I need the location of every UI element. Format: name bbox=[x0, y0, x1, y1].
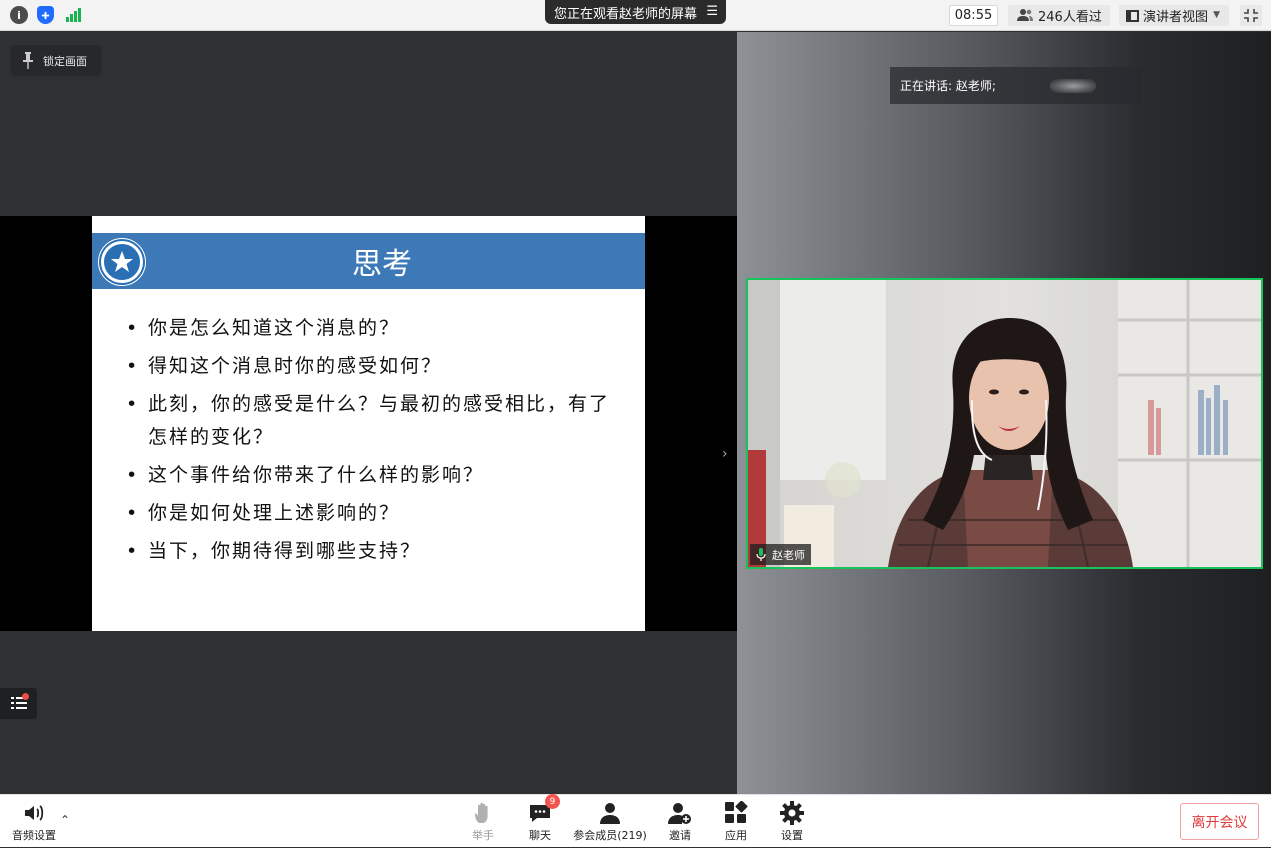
meeting-clock: 08:55 bbox=[949, 5, 998, 26]
chevron-up-icon[interactable]: ⌃ bbox=[60, 813, 70, 827]
speaker-video-tile[interactable]: 赵老师 bbox=[746, 278, 1263, 569]
screen-share-notice[interactable]: 您正在观看赵老师的屏幕 ☰ bbox=[545, 0, 726, 24]
leave-meeting-button[interactable]: 离开会议 bbox=[1180, 803, 1259, 840]
layout-icon bbox=[1126, 10, 1139, 22]
exit-fullscreen-icon bbox=[1244, 9, 1258, 22]
slide-bullet: 此刻，你的感受是什么？与最初的感受相比，有了怎样的变化？ bbox=[126, 388, 616, 454]
chevron-right-icon[interactable]: › bbox=[722, 446, 728, 462]
chevron-down-icon: ▼ bbox=[1213, 10, 1220, 20]
school-logo bbox=[95, 235, 149, 289]
lock-view-label: 锁定画面 bbox=[43, 54, 87, 68]
top-bar: i 您正在观看赵老师的屏幕 ☰ 08:55 246人看过 演讲者视图 ▼ bbox=[0, 0, 1271, 31]
leave-meeting-label: 离开会议 bbox=[1191, 814, 1248, 831]
lock-view-button[interactable]: 锁定画面 bbox=[11, 45, 101, 76]
participants-icon bbox=[598, 801, 622, 825]
slide-bullet: 你是怎么知道这个消息的？ bbox=[126, 312, 616, 345]
add-user-icon bbox=[668, 801, 692, 825]
apps-label: 应用 bbox=[725, 829, 747, 842]
slide-bullet: 这个事件给你带来了什么样的影响？ bbox=[126, 459, 616, 492]
presentation-slide: 思考 你是怎么知道这个消息的？ 得知这个消息时你的感受如何？ 此刻，你的感受是什… bbox=[92, 216, 645, 631]
microphone-icon bbox=[756, 548, 766, 561]
bottom-toolbar: 音频设置 ⌃ 举手 9 聊天 参会成员(219) 邀请 应用 设置 离开会议 bbox=[0, 794, 1271, 847]
raise-hand-button[interactable]: 举手 bbox=[467, 795, 499, 848]
info-icon[interactable]: i bbox=[10, 6, 28, 24]
speaker-video bbox=[748, 280, 1261, 567]
audio-settings-button[interactable]: 音频设置 bbox=[9, 795, 59, 848]
active-speaker-bar: 正在讲话: 赵老师; bbox=[890, 67, 1142, 104]
participants-button[interactable]: 参会成员(219) bbox=[572, 795, 648, 848]
clock-text: 08:55 bbox=[954, 8, 993, 23]
signal-icon[interactable] bbox=[65, 6, 83, 22]
view-mode-label: 演讲者视图 bbox=[1143, 10, 1209, 25]
chat-label: 聊天 bbox=[529, 829, 551, 842]
shared-screen-stage: 锁定画面 思考 你是怎么知道这个消息的？ 得知这个消息时你的感受如何？ 此刻，你… bbox=[0, 32, 737, 794]
notification-dot bbox=[22, 693, 29, 700]
active-speaker-label: 正在讲话: 赵老师; bbox=[900, 79, 996, 93]
slide-bullet-list: 你是怎么知道这个消息的？ 得知这个消息时你的感受如何？ 此刻，你的感受是什么？与… bbox=[126, 312, 616, 573]
chat-badge: 9 bbox=[545, 794, 560, 809]
viewers-count: 246人看过 bbox=[1038, 10, 1102, 25]
audio-settings-label: 音频设置 bbox=[12, 829, 56, 842]
hand-icon bbox=[471, 801, 495, 825]
screen-share-text: 您正在观看赵老师的屏幕 bbox=[554, 6, 698, 22]
pin-icon bbox=[23, 52, 33, 69]
slide-bullet: 当下，你期待得到哪些支持？ bbox=[126, 535, 616, 568]
invite-label: 邀请 bbox=[669, 829, 691, 842]
people-icon bbox=[1017, 9, 1033, 21]
raise-hand-label: 举手 bbox=[472, 829, 494, 842]
apps-button[interactable]: 应用 bbox=[720, 795, 752, 848]
settings-label: 设置 bbox=[781, 829, 803, 842]
gear-icon bbox=[780, 801, 804, 825]
menu-icon[interactable]: ☰ bbox=[706, 4, 718, 19]
shared-slide-area: 思考 你是怎么知道这个消息的？ 得知这个消息时你的感受如何？ 此刻，你的感受是什… bbox=[0, 216, 737, 631]
invite-button[interactable]: 邀请 bbox=[664, 795, 696, 848]
view-mode-select[interactable]: 演讲者视图 ▼ bbox=[1119, 5, 1229, 26]
slide-bullet: 得知这个消息时你的感受如何？ bbox=[126, 350, 616, 383]
chat-button[interactable]: 9 聊天 bbox=[524, 794, 560, 848]
settings-button[interactable]: 设置 bbox=[776, 795, 808, 848]
video-name-tag: 赵老师 bbox=[750, 544, 811, 565]
list-panel-toggle[interactable] bbox=[0, 688, 37, 719]
speaker-panel: 正在讲话: 赵老师; 赵老师 bbox=[737, 32, 1271, 794]
list-icon bbox=[11, 697, 27, 709]
video-name: 赵老师 bbox=[772, 548, 805, 562]
chat-icon: 9 bbox=[528, 794, 560, 825]
viewers-button[interactable]: 246人看过 bbox=[1008, 5, 1110, 26]
slide-title: 思考 bbox=[352, 247, 412, 282]
participants-label: 参会成员(219) bbox=[573, 829, 647, 842]
speaker-icon bbox=[22, 801, 46, 825]
slide-bullet: 你是如何处理上述影响的？ bbox=[126, 497, 616, 530]
slide-header: 思考 bbox=[92, 233, 645, 289]
exit-fullscreen-button[interactable] bbox=[1240, 5, 1262, 26]
apps-icon bbox=[724, 800, 748, 825]
shield-icon[interactable] bbox=[37, 6, 54, 24]
blurred-name bbox=[1050, 79, 1096, 93]
